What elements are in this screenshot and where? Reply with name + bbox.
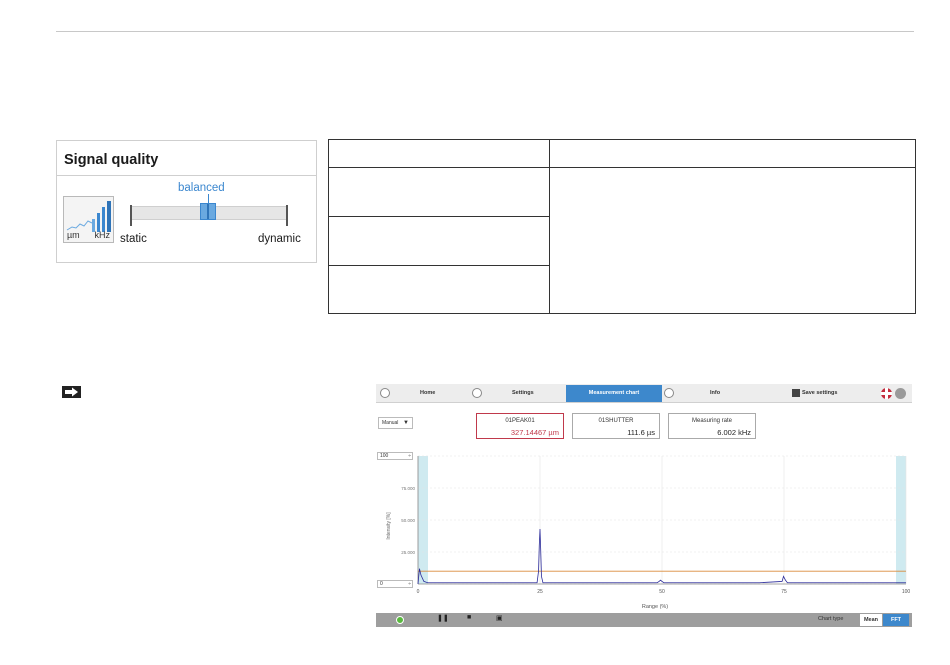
y-tick-label: 50.000 (401, 518, 415, 523)
x-tick-label: 25 (537, 589, 543, 595)
x-tick-label: 50 (659, 589, 665, 595)
intensity-chart: 0 25 50 75 100 75.000 50.000 25.000 Range (%) I… (386, 455, 911, 610)
static-label: static (120, 233, 147, 245)
signal-quality-title: Signal quality (57, 141, 316, 176)
instruction-arrow-icon (62, 386, 81, 398)
balanced-label: balanced (178, 182, 225, 194)
top-divider (56, 31, 914, 32)
chart-type-label: Chart type (818, 616, 844, 622)
y-tick-label: 25.000 (401, 550, 415, 555)
range-limit-band-right (896, 456, 906, 584)
table-cell (328, 216, 550, 266)
table-cell (328, 167, 550, 217)
save-chart-icon[interactable]: ▣ (496, 614, 503, 622)
chart-type-mean-button[interactable]: Mean (860, 614, 882, 626)
table-header-cell (328, 139, 550, 168)
table-cell (549, 167, 916, 314)
slider-end-right (286, 205, 288, 226)
x-tick-label: 0 (417, 589, 420, 595)
y-tick-label: 75.000 (401, 486, 415, 491)
play-icon[interactable] (396, 616, 404, 624)
dynamic-label: dynamic (258, 233, 301, 245)
description-table (328, 139, 916, 314)
y-axis-label: Intensity [%] (386, 512, 392, 540)
icon-unit-khz: kHz (94, 230, 111, 240)
slider-handle[interactable] (200, 203, 216, 220)
chart-type-fft-button[interactable]: FFT (883, 614, 909, 626)
measurement-chart-screen: Home Settings Measurement chart Info Sav… (376, 384, 912, 627)
pause-icon[interactable]: ❚❚ (437, 614, 449, 622)
table-cell (328, 265, 550, 314)
x-tick-label: 75 (781, 589, 787, 595)
x-axis-label: Range (%) (642, 604, 668, 610)
icon-unit-um: µm (67, 230, 80, 240)
arrow-graphic (65, 387, 78, 397)
slider-end-left (130, 205, 132, 226)
table-header-cell (549, 139, 916, 168)
stop-icon[interactable]: ■ (467, 614, 471, 621)
chart-controls-bar: ❚❚ ■ ▣ Chart type Mean FFT (376, 613, 912, 627)
x-tick-label: 100 (902, 589, 911, 595)
signal-bars-icon: µm kHz (63, 196, 114, 243)
signal-quality-panel: Signal quality µm kHz balanced static dy… (56, 140, 317, 263)
